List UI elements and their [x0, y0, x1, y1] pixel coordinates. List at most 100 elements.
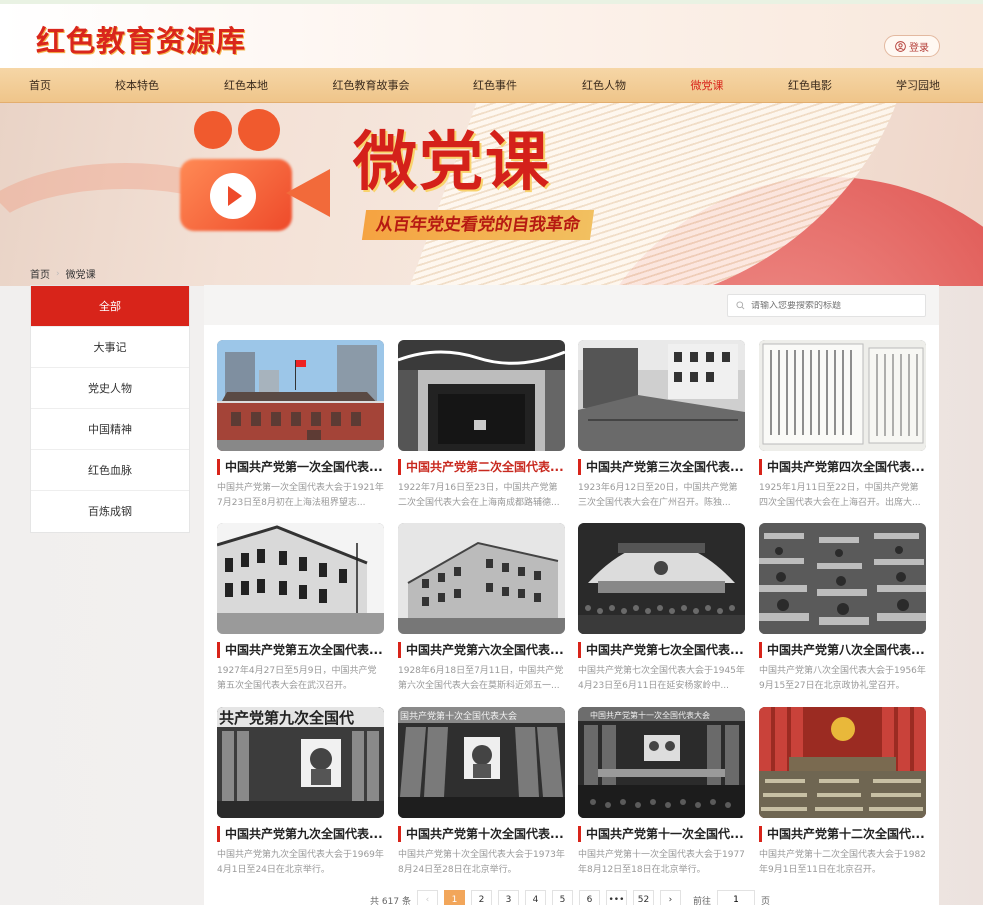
lesson-title[interactable]: 中国共产党第九次全国代表...: [217, 826, 384, 842]
sidebar-item-all[interactable]: 全部: [31, 286, 189, 327]
lesson-title[interactable]: 中国共产党第四次全国代表...: [759, 459, 926, 475]
lesson-card[interactable]: 中国共产党第一次全国代表... 中国共产党第一次全国代表大会于1921年7月23…: [217, 340, 384, 511]
lesson-title[interactable]: 中国共产党第十一次全国代...: [578, 826, 745, 842]
page-button[interactable]: 1: [443, 890, 465, 905]
lesson-title[interactable]: 中国共产党第八次全国代表...: [759, 642, 926, 658]
sidebar-item-chronicle[interactable]: 大事记: [31, 327, 189, 368]
search-icon: [736, 301, 745, 310]
page-button[interactable]: 5: [551, 890, 573, 905]
sidebar-item-tempered-steel[interactable]: 百炼成钢: [31, 491, 189, 532]
login-label: 登录: [909, 42, 929, 54]
main-nav: 首页 校本特色 红色本地 红色教育故事会 红色事件 红色人物 微党课 红色电影 …: [0, 68, 983, 103]
breadcrumb-current: 微党课: [65, 270, 96, 281]
search-bar: [204, 285, 939, 325]
nav-item-red-local[interactable]: 红色本地: [224, 68, 268, 103]
lesson-title[interactable]: 中国共产党第十次全国代表...: [398, 826, 565, 842]
hero-banner: 微党课 从百年党史看党的自我革命: [0, 103, 983, 286]
lesson-thumbnail[interactable]: [217, 523, 384, 634]
breadcrumb-separator-icon: ›: [56, 268, 60, 279]
lesson-thumbnail[interactable]: [217, 340, 384, 451]
lesson-card[interactable]: 中国共产党第十一次全国代表大会 中国共产党第十一次全国代... 中国共产党第十一…: [578, 707, 745, 878]
nav-item-school-features[interactable]: 校本特色: [115, 68, 159, 103]
lesson-thumbnail[interactable]: [578, 523, 745, 634]
next-page-button[interactable]: ›: [659, 890, 681, 905]
lesson-description: 中国共产党第十二次全国代表大会于1982年9月1日至11日在北京召开。: [759, 850, 926, 875]
login-button[interactable]: 登录: [884, 35, 940, 57]
lesson-card[interactable]: 中国共产党第六次全国代表... 1928年6月18日至7月11日，中国共产党第六…: [398, 523, 565, 694]
lesson-description: 1927年4月27日至5月9日，中国共产党第五次全国代表大会在武汉召开。: [217, 666, 377, 691]
lesson-thumbnail[interactable]: [759, 707, 926, 818]
page-button[interactable]: 6: [578, 890, 600, 905]
lesson-card[interactable]: 中国共产党第五次全国代表... 1927年4月27日至5月9日，中国共产党第五次…: [217, 523, 384, 694]
prev-page-button[interactable]: ‹: [416, 890, 438, 905]
sidebar-item-party-figures[interactable]: 党史人物: [31, 368, 189, 409]
page-button[interactable]: 4: [524, 890, 546, 905]
camera-reel-right: [238, 109, 280, 151]
breadcrumb-home[interactable]: 首页: [30, 266, 50, 281]
lesson-description: 1923年6月12日至20日，中国共产党第三次全国代表大会在广州召开。陈独...: [578, 483, 738, 508]
lesson-description: 1922年7月16日至23日，中国共产党第二次全国代表大会在上海南成都路辅德..…: [398, 483, 560, 508]
search-input[interactable]: [751, 300, 911, 311]
lesson-title[interactable]: 中国共产党第二次全国代表...: [398, 459, 565, 475]
lesson-title[interactable]: 中国共产党第一次全国代表...: [217, 459, 384, 475]
lesson-title[interactable]: 中国共产党第五次全国代表...: [217, 642, 384, 658]
breadcrumb: 首页 › 微党课: [30, 266, 96, 282]
nav-item-home[interactable]: 首页: [29, 68, 51, 103]
camera-reel-left: [194, 111, 232, 149]
lesson-thumbnail[interactable]: [759, 340, 926, 451]
lesson-title[interactable]: 中国共产党第七次全国代表...: [578, 642, 745, 658]
lesson-description: 中国共产党第十次全国代表大会于1973年8月24日至28日在北京举行。: [398, 850, 565, 875]
lesson-title[interactable]: 中国共产党第十二次全国代...: [759, 826, 926, 842]
lesson-card[interactable]: 共产党第九次全国代 中国共产党第九次全国代表... 中国共产党第九次全国代表大会…: [217, 707, 384, 878]
lesson-card[interactable]: 中国共产党第四次全国代表... 1925年1月11日至22日，中国共产党第四次全…: [759, 340, 926, 511]
page-button[interactable]: 2: [470, 890, 492, 905]
nav-item-red-films[interactable]: 红色电影: [788, 68, 832, 103]
sidebar-item-chinese-spirit[interactable]: 中国精神: [31, 409, 189, 450]
nav-item-red-figures[interactable]: 红色人物: [582, 68, 626, 103]
nav-item-study-garden[interactable]: 学习园地: [896, 68, 940, 103]
user-icon: [895, 40, 906, 52]
goto-page-input[interactable]: [716, 890, 755, 905]
lesson-thumbnail[interactable]: 共产党第九次全国代: [217, 707, 384, 818]
goto-label: 前往: [692, 896, 711, 905]
lesson-card[interactable]: 国共产党第十次全国代表大会 中国共产党第十次全国代表... 中国共产党第十次全国…: [398, 707, 565, 878]
nav-item-micro-lessons[interactable]: 微党课: [691, 68, 724, 103]
lesson-thumbnail[interactable]: 中国共产党第十一次全国代表大会: [578, 707, 745, 818]
nav-item-red-stories[interactable]: 红色教育故事会: [333, 68, 410, 103]
lesson-description: 中国共产党第十一次全国代表大会于1977年8月12日至18日在北京举行。: [578, 850, 745, 875]
search-box[interactable]: [727, 294, 926, 317]
lesson-thumbnail[interactable]: [578, 340, 745, 451]
lesson-card[interactable]: 中国共产党第八次全国代表... 中国共产党第八次全国代表大会于1956年9月15…: [759, 523, 926, 694]
nav-item-red-events[interactable]: 红色事件: [473, 68, 517, 103]
lesson-description: 1928年6月18日至7月11日，中国共产党第六次全国代表大会在莫斯科近郊五一.…: [398, 666, 564, 691]
sidebar-item-red-bloodline[interactable]: 红色血脉: [31, 450, 189, 491]
category-sidebar: 全部 大事记 党史人物 中国精神 红色血脉 百炼成钢: [30, 285, 190, 533]
page-button[interactable]: 3: [497, 890, 519, 905]
camera-lens-icon: [286, 169, 330, 217]
lesson-card[interactable]: 中国共产党第三次全国代表... 1923年6月12日至20日，中国共产党第三次全…: [578, 340, 745, 511]
pagination: 共 617 条 ‹ 1 2 3 4 5 6 ••• 52 › 前往 页: [370, 890, 770, 905]
lesson-thumbnail[interactable]: [398, 340, 565, 451]
lesson-card[interactable]: 中国共产党第七次全国代表... 中国共产党第七次全国代表大会于1945年4月23…: [578, 523, 745, 694]
lesson-description: 中国共产党第九次全国代表大会于1969年4月1日至24日在北京举行。: [217, 850, 384, 875]
lesson-card[interactable]: 中国共产党第二次全国代表... 1922年7月16日至23日，中国共产党第二次全…: [398, 340, 565, 511]
hall-banner-text: 中国共产党第十一次全国代表大会: [590, 710, 710, 720]
site-header: 红色教育资源库 登录: [0, 4, 983, 68]
banner-title: 微党课: [353, 125, 551, 200]
lesson-title[interactable]: 中国共产党第三次全国代表...: [578, 459, 745, 475]
play-icon: [210, 173, 256, 219]
page-button[interactable]: 52: [632, 890, 654, 905]
lesson-title[interactable]: 中国共产党第六次全国代表...: [398, 642, 565, 658]
site-logo[interactable]: 红色教育资源库: [36, 18, 246, 60]
lesson-card[interactable]: 中国共产党第十二次全国代... 中国共产党第十二次全国代表大会于1982年9月1…: [759, 707, 926, 878]
lesson-thumbnail[interactable]: [398, 523, 565, 634]
goto-suffix: 页: [760, 896, 770, 905]
banner-subtitle: 从百年党史看党的自我革命: [361, 210, 595, 240]
lesson-thumbnail[interactable]: [759, 523, 926, 634]
hall-banner-text: 共产党第九次全国代: [219, 709, 354, 727]
lesson-description: 中国共产党第一次全国代表大会于1921年7月23日至8月初在上海法租界望志...: [217, 483, 384, 508]
more-pages-button[interactable]: •••: [605, 890, 627, 905]
lesson-thumbnail[interactable]: 国共产党第十次全国代表大会: [398, 707, 565, 818]
lesson-description: 中国共产党第七次全国代表大会于1945年4月23日至6月11日在延安杨家岭中..…: [578, 666, 745, 691]
lesson-description: 中国共产党第八次全国代表大会于1956年9月15至27日在北京政协礼堂召开。: [759, 666, 926, 691]
